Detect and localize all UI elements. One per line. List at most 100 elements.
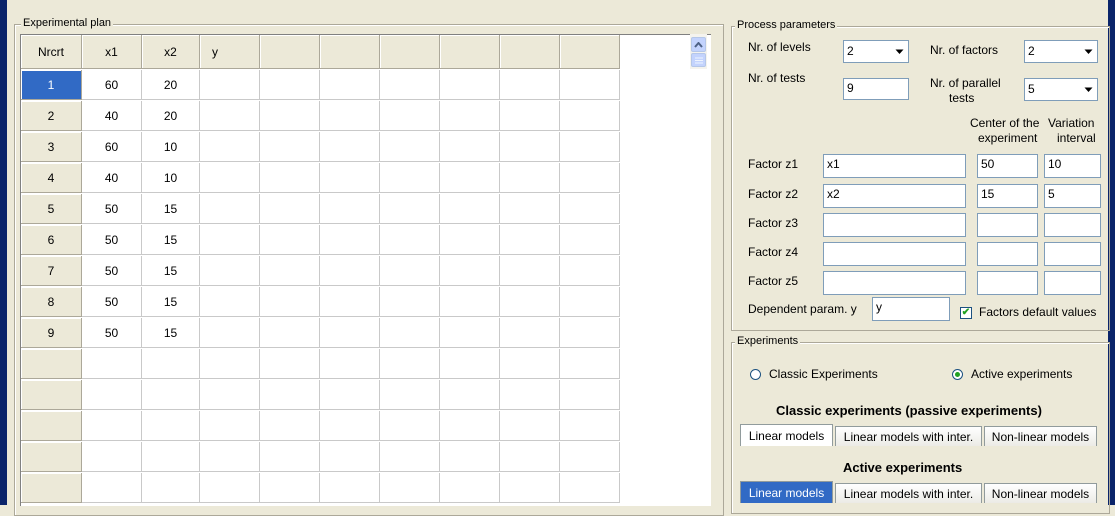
grid-cell[interactable]: 15	[142, 287, 200, 317]
row-header-cell[interactable]	[21, 442, 82, 472]
factor-interval-input[interactable]	[1044, 271, 1101, 295]
grid-cell[interactable]	[200, 163, 260, 193]
grid-cell[interactable]	[380, 256, 440, 286]
row-header-cell[interactable]: 3	[21, 132, 82, 162]
scroll-up-button[interactable]	[691, 37, 706, 52]
grid-cell[interactable]	[142, 473, 200, 503]
factor-center-input[interactable]	[977, 213, 1038, 237]
grid-cell[interactable]	[200, 256, 260, 286]
grid-cell[interactable]	[380, 225, 440, 255]
grid-cell[interactable]	[560, 70, 620, 100]
column-header[interactable]: x2	[142, 35, 200, 69]
column-header[interactable]	[560, 35, 620, 69]
vertical-scrollbar[interactable]	[690, 34, 707, 69]
factor-name-input[interactable]	[823, 242, 966, 266]
grid-cell[interactable]: 50	[82, 194, 142, 224]
factor-center-input[interactable]: 50	[977, 154, 1038, 178]
column-header[interactable]	[440, 35, 500, 69]
grid-cell[interactable]	[440, 349, 500, 379]
active-tab-linear-models[interactable]: Linear models	[740, 481, 833, 503]
grid-cell[interactable]	[500, 473, 560, 503]
grid-cell[interactable]: 15	[142, 318, 200, 348]
grid-cell[interactable]	[560, 318, 620, 348]
grid-cell[interactable]	[260, 442, 320, 472]
grid-cell[interactable]: 60	[82, 132, 142, 162]
grid-cell[interactable]	[320, 380, 380, 410]
row-header-cell[interactable]: 4	[21, 163, 82, 193]
grid-cell[interactable]	[200, 380, 260, 410]
grid-cell[interactable]	[560, 411, 620, 441]
grid-cell[interactable]	[260, 473, 320, 503]
grid-cell[interactable]	[500, 287, 560, 317]
grid-cell[interactable]: 20	[142, 101, 200, 131]
row-header-cell[interactable]: 1	[21, 70, 82, 100]
grid-cell[interactable]	[320, 349, 380, 379]
grid-cell[interactable]	[82, 349, 142, 379]
grid-cell[interactable]	[320, 411, 380, 441]
parallel-tests-select[interactable]: 5	[1024, 78, 1098, 101]
grid-cell[interactable]	[440, 163, 500, 193]
grid-cell[interactable]	[380, 101, 440, 131]
grid-cell[interactable]: 60	[82, 70, 142, 100]
grid-cell[interactable]: 10	[142, 132, 200, 162]
grid-cell[interactable]	[500, 194, 560, 224]
grid-cell[interactable]	[560, 473, 620, 503]
grid-cell[interactable]: 50	[82, 256, 142, 286]
grid-cell[interactable]	[560, 349, 620, 379]
factors-select[interactable]: 2	[1024, 40, 1098, 63]
grid-cell[interactable]	[200, 442, 260, 472]
grid-cell[interactable]: 10	[142, 163, 200, 193]
classic-tab-non-linear[interactable]: Non-linear models	[984, 426, 1097, 446]
column-header[interactable]	[380, 35, 440, 69]
grid-cell[interactable]	[320, 256, 380, 286]
grid-cell[interactable]	[82, 473, 142, 503]
grid-cell[interactable]	[500, 101, 560, 131]
grid-cell[interactable]	[500, 411, 560, 441]
row-header-cell[interactable]	[21, 349, 82, 379]
row-header-cell[interactable]: 6	[21, 225, 82, 255]
factor-name-input[interactable]	[823, 213, 966, 237]
grid-cell[interactable]	[440, 380, 500, 410]
factor-interval-input[interactable]: 5	[1044, 184, 1101, 208]
grid-cell[interactable]	[320, 132, 380, 162]
grid-cell[interactable]	[440, 132, 500, 162]
row-header-cell[interactable]: 5	[21, 194, 82, 224]
grid-cell[interactable]: 15	[142, 225, 200, 255]
active-tab-linear-with-inter[interactable]: Linear models with inter.	[835, 483, 982, 503]
grid-cell[interactable]	[200, 473, 260, 503]
grid-cell[interactable]	[142, 349, 200, 379]
row-header-cell[interactable]: 8	[21, 287, 82, 317]
experimental-plan-grid[interactable]: Nrcrt x1 x2 y 1 60 20 2 40 20 3 60 10 4 40 10 5 50 15 6 50 15…	[20, 34, 711, 506]
grid-cell[interactable]	[260, 380, 320, 410]
grid-cell[interactable]	[500, 380, 560, 410]
tests-input[interactable]: 9	[843, 78, 909, 100]
grid-cell[interactable]	[142, 442, 200, 472]
grid-cell[interactable]	[142, 411, 200, 441]
classic-experiments-radio[interactable]	[750, 369, 761, 380]
grid-cell[interactable]	[260, 163, 320, 193]
grid-cell[interactable]	[500, 132, 560, 162]
active-tab-non-linear[interactable]: Non-linear models	[984, 483, 1097, 503]
dependent-param-input[interactable]: y	[872, 297, 950, 321]
grid-cell[interactable]	[560, 287, 620, 317]
row-header-cell[interactable]: 7	[21, 256, 82, 286]
factor-center-input[interactable]: 15	[977, 184, 1038, 208]
grid-cell[interactable]	[380, 318, 440, 348]
column-header[interactable]: Nrcrt	[21, 35, 82, 69]
grid-cell[interactable]	[500, 70, 560, 100]
factor-center-input[interactable]	[977, 271, 1038, 295]
grid-cell[interactable]	[440, 256, 500, 286]
grid-cell[interactable]	[500, 318, 560, 348]
grid-cell[interactable]	[560, 380, 620, 410]
row-header-cell[interactable]	[21, 473, 82, 503]
factor-interval-input[interactable]	[1044, 242, 1101, 266]
grid-cell[interactable]: 40	[82, 163, 142, 193]
grid-cell[interactable]	[560, 225, 620, 255]
grid-cell[interactable]	[260, 101, 320, 131]
grid-cell[interactable]	[200, 318, 260, 348]
grid-cell[interactable]	[260, 318, 320, 348]
grid-cell[interactable]	[560, 132, 620, 162]
grid-cell[interactable]: 50	[82, 318, 142, 348]
grid-cell[interactable]	[320, 70, 380, 100]
column-header[interactable]: y	[200, 35, 260, 69]
